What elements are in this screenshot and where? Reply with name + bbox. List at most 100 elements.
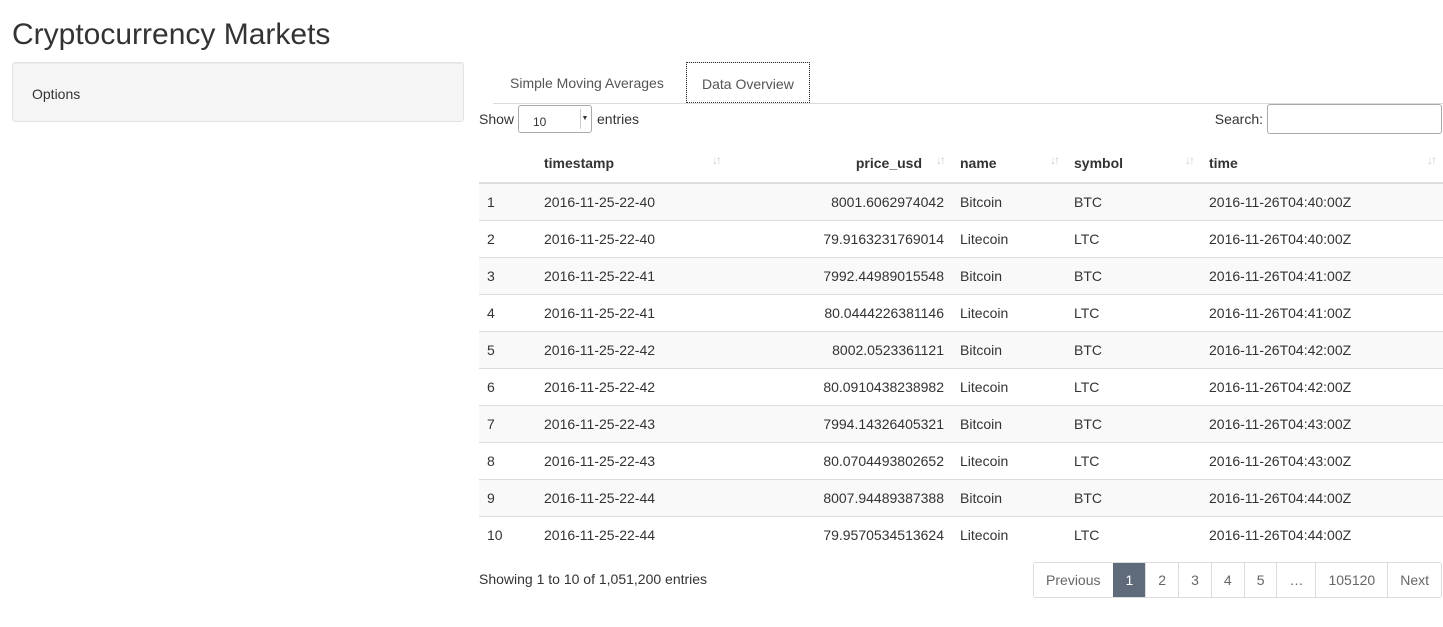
- cell-symbol: LTC: [1066, 220, 1201, 258]
- sort-both-icon: ↓↑: [1185, 153, 1195, 167]
- cell-timestamp: 2016-11-25-22-42: [536, 331, 728, 369]
- table-row: 1 2016-11-25-22-40 8001.6062974042 Bitco…: [479, 182, 1443, 221]
- cell-symbol: BTC: [1066, 405, 1201, 443]
- cell-name: Bitcoin: [952, 331, 1066, 369]
- options-label: Options: [32, 86, 81, 102]
- cell-timestamp: 2016-11-25-22-41: [536, 294, 728, 332]
- column-header-timestamp[interactable]: timestamp ↓↑: [536, 144, 728, 184]
- cell-index: 9: [479, 479, 536, 517]
- cell-price-usd: 8001.6062974042: [728, 182, 952, 221]
- cell-timestamp: 2016-11-25-22-40: [536, 220, 728, 258]
- sort-both-icon: ↓↑: [936, 153, 946, 167]
- column-header-name[interactable]: name ↓↑: [952, 144, 1066, 184]
- cell-index: 7: [479, 405, 536, 443]
- cell-price-usd: 79.9163231769014: [728, 220, 952, 258]
- cell-symbol: LTC: [1066, 442, 1201, 480]
- column-header-symbol[interactable]: symbol ↓↑: [1066, 144, 1201, 184]
- page-button-last[interactable]: 105120: [1315, 563, 1388, 597]
- data-table: timestamp ↓↑ price_usd ↓↑ name ↓↑ symbol ↓↑ …: [479, 144, 1443, 553]
- table-row: 8 2016-11-25-22-43 80.0704493802652 Lite…: [479, 442, 1443, 480]
- page-button-1[interactable]: 1: [1112, 563, 1146, 597]
- cell-timestamp: 2016-11-25-22-44: [536, 516, 728, 553]
- search-label: Search:: [1214, 111, 1263, 127]
- cell-symbol: BTC: [1066, 257, 1201, 295]
- cell-index: 2: [479, 220, 536, 258]
- length-select-value: 10: [533, 115, 547, 129]
- cell-index: 3: [479, 257, 536, 295]
- cell-name: Litecoin: [952, 368, 1066, 406]
- column-header-index: [479, 144, 536, 184]
- cell-time: 2016-11-26T04:41:00Z: [1201, 294, 1443, 332]
- cell-name: Bitcoin: [952, 182, 1066, 221]
- show-label: Show: [479, 111, 515, 127]
- cell-symbol: BTC: [1066, 182, 1201, 221]
- cell-time: 2016-11-26T04:40:00Z: [1201, 182, 1443, 221]
- column-header-time[interactable]: time ↓↑: [1201, 144, 1443, 184]
- column-header-label: time: [1209, 155, 1238, 171]
- column-header-label: symbol: [1074, 155, 1124, 171]
- cell-name: Litecoin: [952, 220, 1066, 258]
- cell-timestamp: 2016-11-25-22-40: [536, 182, 728, 221]
- pagination-ellipsis: …: [1276, 563, 1316, 597]
- cell-index: 4: [479, 294, 536, 332]
- cell-time: 2016-11-26T04:41:00Z: [1201, 257, 1443, 295]
- cell-index: 6: [479, 368, 536, 406]
- page-button-5[interactable]: 5: [1243, 563, 1277, 597]
- cell-symbol: LTC: [1066, 516, 1201, 553]
- cell-price-usd: 80.0910438238982: [728, 368, 952, 406]
- table-row: 6 2016-11-25-22-42 80.0910438238982 Lite…: [479, 368, 1443, 406]
- entries-label: entries: [597, 111, 640, 127]
- tab-data-overview[interactable]: Data Overview: [686, 62, 810, 103]
- cell-timestamp: 2016-11-25-22-41: [536, 257, 728, 295]
- entries-length-select[interactable]: 10 ▼: [518, 105, 592, 133]
- cell-name: Bitcoin: [952, 405, 1066, 443]
- cell-timestamp: 2016-11-25-22-42: [536, 368, 728, 406]
- cell-time: 2016-11-26T04:43:00Z: [1201, 442, 1443, 480]
- tab-simple-moving-averages[interactable]: Simple Moving Averages: [495, 62, 679, 102]
- page-button-3[interactable]: 3: [1178, 563, 1211, 597]
- tab-bar: Simple Moving Averages Data Overview: [493, 62, 1443, 104]
- sort-both-icon: ↓↑: [1050, 153, 1060, 167]
- table-info: Showing 1 to 10 of 1,051,200 entries: [479, 571, 708, 587]
- cell-name: Litecoin: [952, 442, 1066, 480]
- table-row: 5 2016-11-25-22-42 8002.0523361121 Bitco…: [479, 331, 1443, 369]
- cell-symbol: BTC: [1066, 331, 1201, 369]
- page-button-2[interactable]: 2: [1145, 563, 1179, 597]
- cell-index: 8: [479, 442, 536, 480]
- cell-name: Litecoin: [952, 294, 1066, 332]
- table-row: 9 2016-11-25-22-44 8007.94489387388 Bitc…: [479, 479, 1443, 517]
- cell-price-usd: 7992.44989015548: [728, 257, 952, 295]
- table-row: 2 2016-11-25-22-40 79.9163231769014 Lite…: [479, 220, 1443, 258]
- page-button-4[interactable]: 4: [1210, 563, 1244, 597]
- table-controls: Show 10 ▼ entries Search:: [479, 104, 1443, 138]
- sort-both-icon: ↓↑: [1427, 153, 1437, 167]
- cell-price-usd: 79.9570534513624: [728, 516, 952, 553]
- column-header-price-usd[interactable]: price_usd ↓↑: [728, 144, 952, 184]
- cell-price-usd: 80.0704493802652: [728, 442, 952, 480]
- cell-time: 2016-11-26T04:44:00Z: [1201, 479, 1443, 517]
- cell-time: 2016-11-26T04:42:00Z: [1201, 331, 1443, 369]
- cell-time: 2016-11-26T04:42:00Z: [1201, 368, 1443, 406]
- previous-page-button[interactable]: Previous: [1034, 563, 1113, 597]
- cell-name: Bitcoin: [952, 479, 1066, 517]
- column-header-label: timestamp: [544, 155, 615, 171]
- cell-price-usd: 8002.0523361121: [728, 331, 952, 369]
- table-body: 1 2016-11-25-22-40 8001.6062974042 Bitco…: [479, 182, 1443, 553]
- cell-price-usd: 80.0444226381146: [728, 294, 952, 332]
- table-row: 7 2016-11-25-22-43 7994.14326405321 Bitc…: [479, 405, 1443, 443]
- cell-symbol: BTC: [1066, 479, 1201, 517]
- cell-price-usd: 7994.14326405321: [728, 405, 952, 443]
- cell-time: 2016-11-26T04:43:00Z: [1201, 405, 1443, 443]
- chevron-down-icon: ▼: [580, 109, 589, 129]
- cell-index: 5: [479, 331, 536, 369]
- cell-symbol: LTC: [1066, 368, 1201, 406]
- search-input[interactable]: [1267, 104, 1442, 134]
- next-page-button[interactable]: Next: [1387, 563, 1441, 597]
- table-row: 10 2016-11-25-22-44 79.9570534513624 Lit…: [479, 516, 1443, 553]
- cell-index: 10: [479, 516, 536, 553]
- options-panel: Options: [12, 62, 464, 122]
- cell-time: 2016-11-26T04:44:00Z: [1201, 516, 1443, 553]
- cell-time: 2016-11-26T04:40:00Z: [1201, 220, 1443, 258]
- cell-timestamp: 2016-11-25-22-43: [536, 405, 728, 443]
- column-header-label: name: [960, 155, 997, 171]
